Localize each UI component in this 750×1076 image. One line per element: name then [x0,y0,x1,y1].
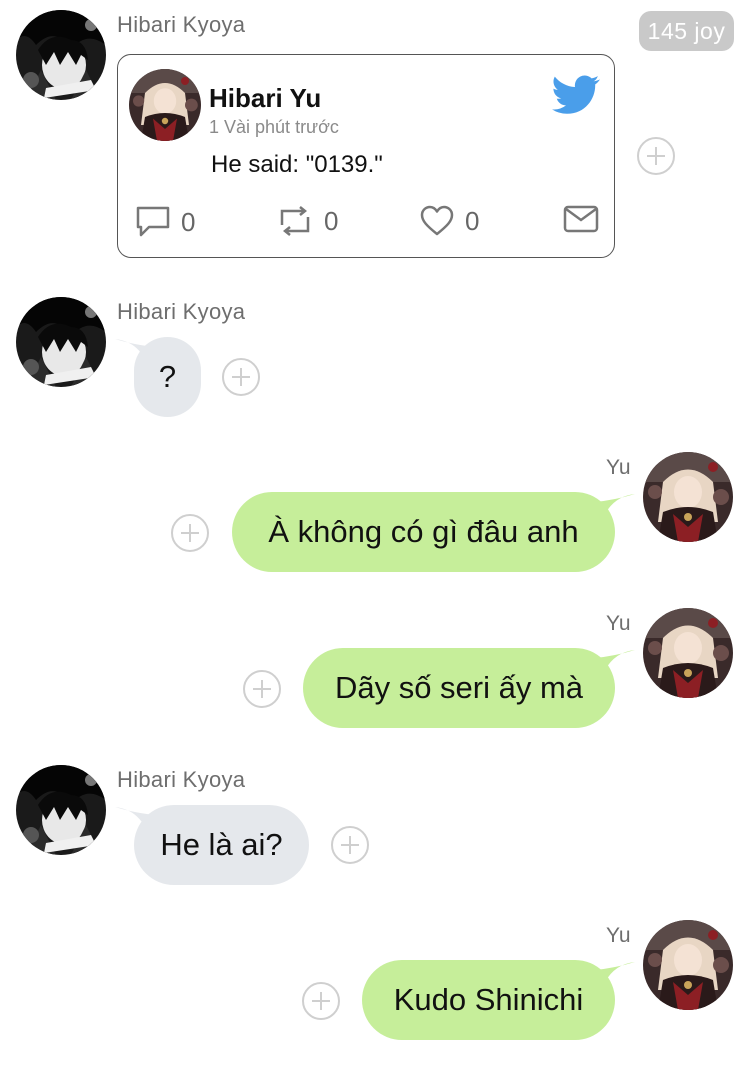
avatar-hibari-kyoya[interactable] [16,297,106,387]
retweet-icon [280,206,310,236]
sender-name: Hibari Kyoya [117,12,246,37]
tweet-retweet-button[interactable]: 0 [276,205,338,237]
sender-name: Hibari Kyoya [117,299,246,324]
message-bubble-outgoing[interactable]: À không có gì đâu anh [232,492,615,572]
avatar-yu[interactable] [643,920,733,1010]
react-plus-button[interactable] [243,670,281,708]
message-bubble-incoming[interactable]: ? [134,337,201,417]
message-bubble-outgoing[interactable]: Kudo Shinichi [362,960,615,1040]
avatar-yu[interactable] [643,608,733,698]
tweet-reply-button[interactable]: 0 [135,205,195,239]
sender-name: Yu [606,612,631,635]
mail-icon [563,205,599,233]
avatar-hibari-kyoya[interactable] [16,10,106,100]
tweet-timestamp: 1 Vài phút trước [209,117,339,137]
tweet-reply-count: 0 [181,206,196,237]
speech-bubble-icon [136,206,170,237]
react-plus-button[interactable] [331,826,369,864]
message-bubble-outgoing[interactable]: Dãy số seri ấy mà [303,648,615,728]
react-plus-button[interactable] [222,358,260,396]
twitter-bird-icon [552,75,600,120]
sender-name: Yu [606,456,631,479]
sender-name: Hibari Kyoya [117,767,246,792]
tweet-author-name: Hibari Yu [209,83,322,113]
avatar-hibari-kyoya[interactable] [16,765,106,855]
react-plus-button[interactable] [302,982,340,1020]
shared-tweet-card[interactable]: Hibari Yu 1 Vài phút trước He said: "013… [117,54,615,258]
heart-icon [420,205,454,236]
tweet-retweet-count: 0 [324,205,339,236]
tweet-like-count: 0 [465,205,480,236]
joy-count-badge[interactable]: 145 joy [639,11,734,51]
tweet-share-button[interactable] [563,205,599,233]
react-plus-button[interactable] [171,514,209,552]
message-bubble-incoming[interactable]: He là ai? [134,805,309,885]
tweet-text: He said: "0139." [211,151,383,178]
avatar-yu[interactable] [643,452,733,542]
tweet-like-button[interactable]: 0 [419,205,479,237]
sender-name: Yu [606,924,631,947]
react-plus-button[interactable] [637,137,675,175]
tweet-author-avatar [129,69,201,141]
